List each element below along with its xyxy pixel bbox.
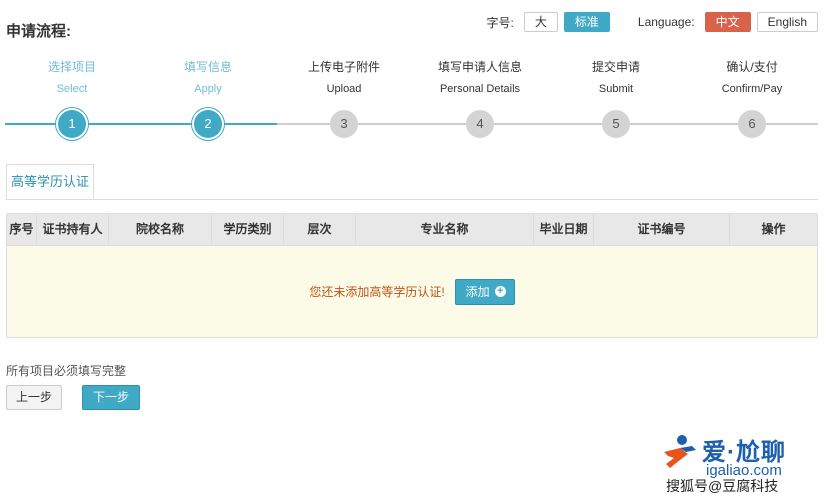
previous-step-button[interactable]: 上一步: [6, 385, 62, 410]
column-header: 证书编号: [594, 214, 730, 245]
column-header: 操作: [761, 222, 786, 236]
step-number: 2: [194, 110, 222, 138]
progress-steps: 选择项目 Select 1 填写信息 Apply 2 上传电子附件 Upload…: [0, 58, 826, 148]
font-size-label: 字号:: [486, 15, 514, 30]
step-label-en: Select: [56, 83, 88, 95]
column-header: 序号: [7, 214, 37, 245]
step-label-en: Apply: [194, 83, 222, 95]
page-title: 申请流程:: [6, 23, 71, 40]
step-label-en: Submit: [598, 83, 634, 95]
step-apply: 填写信息 Apply 2: [140, 58, 276, 138]
next-step-button[interactable]: 下一步: [82, 385, 140, 410]
required-notice: 所有项目必须填写完整: [6, 364, 127, 378]
step-label-cn: 提交申请: [591, 60, 640, 74]
step-number: 4: [466, 110, 494, 138]
column-header: 毕业日期: [534, 214, 594, 245]
font-standard-button[interactable]: 标准: [563, 12, 610, 32]
add-button-label: 添加: [465, 284, 490, 299]
plus-circle-icon: +: [494, 286, 506, 297]
step-select: 选择项目 Select 1: [4, 58, 140, 138]
column-header: 证书持有人: [37, 214, 109, 245]
empty-message: 您还未添加高等学历认证!: [309, 285, 445, 299]
tab-higher-education-verification[interactable]: 高等学历认证: [6, 164, 94, 199]
step-label-en: Upload: [326, 83, 362, 95]
step-submit: 提交申请 Submit 5: [548, 58, 684, 138]
column-header: 专业名称: [356, 214, 534, 245]
lang-en-button[interactable]: English: [756, 12, 818, 32]
step-label-cn: 填写信息: [183, 60, 232, 74]
step-confirm-pay: 确认/支付 Confirm/Pay 6: [684, 58, 820, 138]
tab-bar: 高等学历认证: [6, 164, 818, 200]
page: 申请流程: 字号: 大 标准 Language: 中文 English 选择项目…: [0, 0, 826, 500]
runner-logo-icon: [664, 435, 696, 468]
steps-track-progress: [5, 123, 277, 125]
step-label-cn: 选择项目: [47, 60, 96, 74]
step-number: 5: [602, 110, 630, 138]
font-large-button[interactable]: 大: [523, 12, 558, 32]
step-label-cn: 上传电子附件: [307, 60, 380, 74]
column-header: 层次: [284, 214, 356, 245]
certificate-table: 序号 证书持有人 院校名称 学历类别 层次 专业名称 毕业日期 证书编号 操作 …: [6, 213, 818, 338]
step-personal-details: 填写申请人信息 Personal Details 4: [412, 58, 548, 138]
watermark-caption: 搜狐号@豆腐科技: [666, 478, 779, 494]
top-controls: 字号: 大 标准 Language: 中文 English: [487, 12, 818, 32]
column-header: 院校名称: [109, 214, 212, 245]
add-button[interactable]: 添加 +: [454, 278, 515, 305]
lang-cn-button[interactable]: 中文: [704, 12, 751, 32]
language-label: Language:: [637, 15, 695, 29]
step-number: 1: [58, 110, 86, 138]
table-header: 序号 证书持有人 院校名称 学历类别 层次 专业名称 毕业日期 证书编号 操作: [7, 214, 817, 246]
nav-buttons: 上一步 下一步: [6, 385, 140, 410]
step-upload: 上传电子附件 Upload 3: [276, 58, 412, 138]
step-label-cn: 填写申请人信息: [437, 60, 522, 74]
watermark: 爱·尬聊 igaliao.com 搜狐号@豆腐科技: [658, 432, 818, 494]
column-header: 学历类别: [212, 214, 284, 245]
step-label-cn: 确认/支付: [726, 60, 778, 74]
step-label-en: Personal Details: [439, 83, 521, 95]
step-label-en: Confirm/Pay: [721, 83, 783, 95]
step-number: 3: [330, 110, 358, 138]
step-number: 6: [738, 110, 766, 138]
table-empty-state: 您还未添加高等学历认证! 添加 +: [7, 246, 817, 337]
